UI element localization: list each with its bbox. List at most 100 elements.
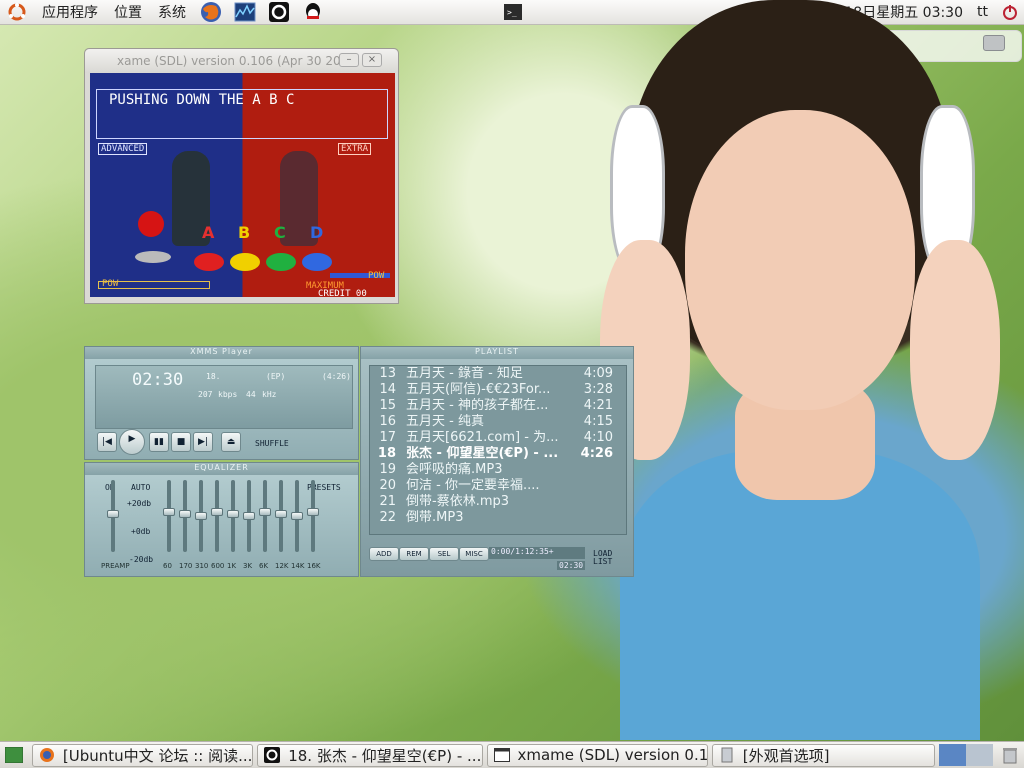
xmms-main-window[interactable]: XMMS Player 02:30 18. (EP) (4:26) 207 kb… xyxy=(84,346,359,460)
task-xmame[interactable]: xmame (SDL) version 0.1... xyxy=(486,743,708,767)
wallpaper-face xyxy=(685,110,915,410)
time-display[interactable]: 02:30 xyxy=(132,370,183,390)
playlist-titlebar[interactable]: PLAYLIST xyxy=(361,347,633,359)
system-monitor-icon[interactable] xyxy=(232,1,258,23)
eq-band-slider[interactable] xyxy=(195,480,207,552)
xmms-equalizer-window[interactable]: EQUALIZER ON AUTO PRESETS +20db +0db -20… xyxy=(84,462,359,577)
playlist-item-time xyxy=(571,494,617,510)
minimize-button[interactable]: – xyxy=(339,53,359,67)
eq-band-slider[interactable] xyxy=(243,480,255,552)
xmms-task-icon xyxy=(264,747,281,763)
button-c xyxy=(266,253,296,271)
pl-misc-button[interactable]: MISC xyxy=(459,547,489,561)
preamp-slider[interactable] xyxy=(107,480,119,552)
credit-label: CREDIT 00 xyxy=(318,289,367,297)
playlist-item[interactable]: 17 五月天[6621.com] - 为... 4:10 xyxy=(370,430,626,446)
eq-band-knob[interactable] xyxy=(275,510,287,518)
game-screen[interactable]: PUSHING DOWN THE A B C ADVANCED EXTRA A … xyxy=(90,73,395,297)
pl-list-button[interactable]: LIST xyxy=(593,557,612,566)
eq-band-knob[interactable] xyxy=(291,512,303,520)
eq-band-slider[interactable] xyxy=(275,480,287,552)
eq-band-knob[interactable] xyxy=(211,508,223,516)
playlist-item[interactable]: 15 五月天 - 神的孩子都在... 4:21 xyxy=(370,398,626,414)
eq-db-mid: +0db xyxy=(131,527,151,536)
playlist-item[interactable]: 16 五月天 - 纯真 4:15 xyxy=(370,414,626,430)
joystick-base xyxy=(135,251,171,263)
eq-band-slider[interactable] xyxy=(227,480,239,552)
playlist-item-title: 五月天 - 纯真 xyxy=(406,414,484,429)
eq-band-knob[interactable] xyxy=(195,512,207,520)
menu-places[interactable]: 位置 xyxy=(106,0,150,25)
playlist-item-time: 4:09 xyxy=(583,366,613,381)
playlist-item-time xyxy=(571,510,617,526)
task-forum[interactable]: [Ubuntu中文 论坛 :: 阅读... xyxy=(31,743,254,767)
play-button[interactable]: ▶ xyxy=(119,429,145,455)
eq-band-slider[interactable] xyxy=(211,480,223,552)
shuffle-button[interactable]: SHUFFLE xyxy=(255,439,289,448)
eject-button[interactable]: ⏏ xyxy=(221,432,241,452)
playlist-item-title: 倒带.MP3 xyxy=(406,510,464,525)
playlist-item[interactable]: 19 会呼吸的痛.MP3 xyxy=(370,462,626,478)
eq-band-slider[interactable] xyxy=(179,480,191,552)
playlist-item-number: 18 xyxy=(377,446,396,461)
pl-info: 0:00/1:12:35+ xyxy=(489,547,585,559)
eq-band-slider[interactable] xyxy=(307,480,319,552)
playlist-item-number: 19 xyxy=(379,462,396,477)
menu-applications[interactable]: 应用程序 xyxy=(34,0,106,25)
label-b: B xyxy=(238,223,251,242)
show-desktop-icon[interactable] xyxy=(3,746,25,764)
eq-auto-toggle[interactable]: AUTO xyxy=(131,483,150,492)
firefox-icon[interactable] xyxy=(198,1,224,23)
previous-button[interactable]: |◀ xyxy=(97,432,117,452)
firefox-task-icon xyxy=(39,747,55,763)
xmms-icon[interactable] xyxy=(266,1,292,23)
pause-button[interactable]: ▮▮ xyxy=(149,432,169,452)
xmms-playlist-window[interactable]: PLAYLIST 13 五月天 - 錄音 - 知足 4:09 14 五月天(阿信)-€€… xyxy=(360,346,634,577)
playlist-item[interactable]: 20 何洁 - 你一定要幸福.... xyxy=(370,478,626,494)
preamp-knob[interactable] xyxy=(107,510,119,518)
ubuntu-logo-icon[interactable] xyxy=(4,1,30,23)
eq-band-slider[interactable] xyxy=(259,480,271,552)
task-appearance[interactable]: [外观首选项] xyxy=(711,743,936,767)
playlist-item[interactable]: 14 五月天(阿信)-€€23For... 3:28 xyxy=(370,382,626,398)
eq-band-knob[interactable] xyxy=(307,508,319,516)
eq-band-label: 3K xyxy=(243,562,253,570)
terminal-icon[interactable]: >_ xyxy=(500,1,526,23)
playlist-item[interactable]: 13 五月天 - 錄音 - 知足 4:09 xyxy=(370,366,626,382)
pl-rem-button[interactable]: REM xyxy=(399,547,429,561)
playlist-item[interactable]: 22 倒带.MP3 xyxy=(370,510,626,526)
menu-system[interactable]: 系统 xyxy=(150,0,194,25)
pl-sel-button[interactable]: SEL xyxy=(429,547,459,561)
playlist-item-title: 何洁 - 你一定要幸福.... xyxy=(406,478,540,493)
equalizer-titlebar[interactable]: EQUALIZER xyxy=(85,463,358,475)
stop-button[interactable]: ■ xyxy=(171,432,191,452)
close-button[interactable]: × xyxy=(362,53,382,67)
wallpaper-hand-right xyxy=(910,240,1000,460)
eq-band-slider[interactable] xyxy=(163,480,175,552)
next-button[interactable]: ▶| xyxy=(193,432,213,452)
eq-band-knob[interactable] xyxy=(227,510,239,518)
eq-band-slider[interactable] xyxy=(291,480,303,552)
qq-icon[interactable] xyxy=(300,1,326,23)
task-appearance-label: [外观首选项] xyxy=(742,746,830,765)
pl-add-button[interactable]: ADD xyxy=(369,547,399,561)
eq-db-top: +20db xyxy=(127,499,152,508)
xmms-titlebar[interactable]: XMMS Player xyxy=(85,347,358,359)
task-xmms[interactable]: 18. 张杰 - 仰望星空(€P) - ... xyxy=(257,743,483,767)
label-c: C xyxy=(274,223,286,242)
playlist-item[interactable]: 21 倒带-蔡依林.mp3 xyxy=(370,494,626,510)
pow-right-label: POW xyxy=(368,271,385,281)
workspace-switcher-icon[interactable] xyxy=(939,744,994,766)
game-title: PUSHING DOWN THE A B C xyxy=(96,89,388,139)
trash-icon[interactable] xyxy=(999,746,1021,764)
xmame-window[interactable]: xame (SDL) version 0.106 (Apr 30 20 – × … xyxy=(84,48,399,304)
eq-band-knob[interactable] xyxy=(179,510,191,518)
xmame-title: xame (SDL) version 0.106 (Apr 30 20 xyxy=(117,54,341,68)
eq-band-knob[interactable] xyxy=(163,508,175,516)
eq-band-knob[interactable] xyxy=(259,508,271,516)
playlist-item[interactable]: 18 张杰 - 仰望星空(€P) - ... 4:26 xyxy=(370,446,626,462)
playlist-item-title: 会呼吸的痛.MP3 xyxy=(406,462,503,477)
playlist[interactable]: 13 五月天 - 錄音 - 知足 4:09 14 五月天(阿信)-€€23For... 3… xyxy=(369,365,627,535)
playlist-item-number: 14 xyxy=(379,382,396,397)
eq-band-knob[interactable] xyxy=(243,512,255,520)
